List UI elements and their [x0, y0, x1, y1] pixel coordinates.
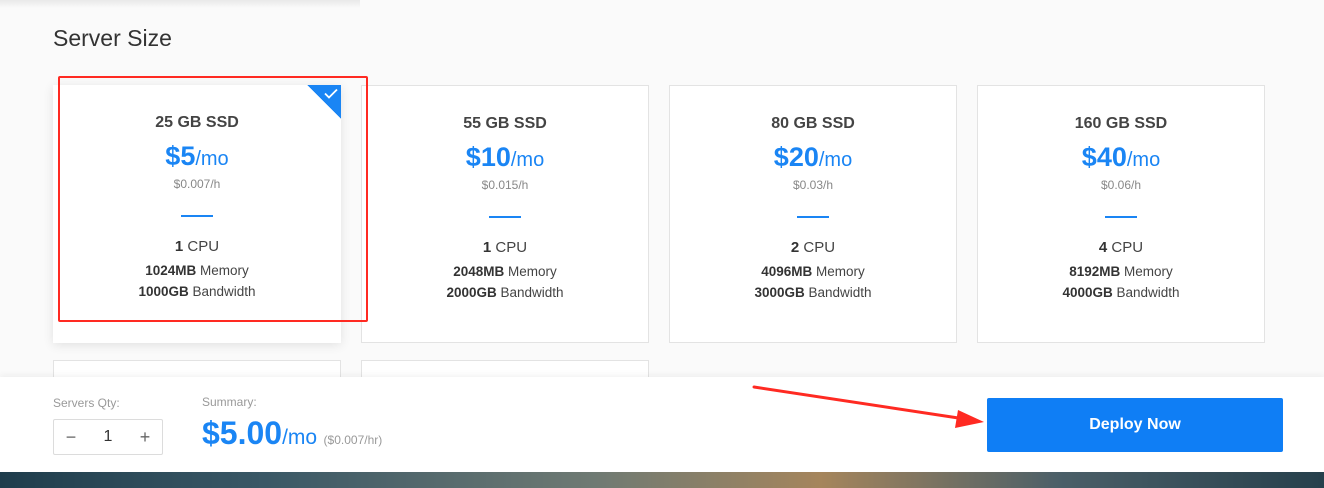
order-summary-bar: Servers Qty: − 1 + Summary: $5.00/mo ($0… — [0, 377, 1324, 472]
deploy-now-button[interactable]: Deploy Now — [987, 398, 1283, 452]
plan-bandwidth: 3000GB Bandwidth — [754, 285, 872, 300]
plan-storage: 25 GB SSD — [155, 114, 239, 131]
plan-memory: 1024MB Memory — [145, 263, 249, 278]
plan-card-160gb[interactable]: 160 GB SSD $40/mo $0.06/h 4 CPU 8192MB M… — [977, 85, 1265, 343]
plan-memory: 4096MB Memory — [761, 264, 865, 279]
background-image-strip — [0, 472, 1324, 488]
plan-price: $5/mo — [165, 141, 229, 171]
check-icon — [324, 88, 338, 99]
servers-qty-stepper: − 1 + — [53, 419, 163, 455]
selected-badge — [307, 85, 341, 119]
summary-price: $5.00/mo ($0.007/hr) — [202, 415, 382, 452]
plan-card-25gb[interactable]: 25 GB SSD $5/mo $0.007/h 1 CPU 1024MB Me… — [53, 85, 341, 343]
plan-memory: 2048MB Memory — [453, 264, 557, 279]
plan-cpu: 2 CPU — [790, 239, 836, 256]
servers-qty-label: Servers Qty: — [53, 396, 120, 410]
plan-card-55gb[interactable]: 55 GB SSD $10/mo $0.015/h 1 CPU 2048MB M… — [361, 85, 649, 343]
plan-price: $40/mo — [1081, 142, 1161, 172]
increment-button[interactable]: + — [128, 420, 162, 454]
plan-divider — [181, 215, 213, 217]
plan-hourly-price: $0.007/h — [173, 177, 221, 191]
plan-bandwidth: 4000GB Bandwidth — [1062, 285, 1180, 300]
summary-amount: $5.00 — [202, 415, 283, 451]
plan-hourly-price: $0.06/h — [1100, 178, 1142, 192]
plan-cpu: 4 CPU — [1098, 239, 1144, 256]
plan-storage: 160 GB SSD — [1074, 115, 1168, 132]
qty-value[interactable]: 1 — [88, 420, 128, 454]
plan-memory: 8192MB Memory — [1069, 264, 1173, 279]
plan-price: $10/mo — [465, 142, 545, 172]
plan-card-80gb[interactable]: 80 GB SSD $20/mo $0.03/h 2 CPU 4096MB Me… — [669, 85, 957, 343]
plan-hourly-price: $0.03/h — [792, 178, 834, 192]
plan-divider — [1105, 216, 1137, 218]
plan-bandwidth: 1000GB Bandwidth — [138, 284, 256, 299]
summary-hourly: ($0.007/hr) — [323, 433, 383, 447]
top-panel-shadow — [0, 0, 360, 8]
plan-cpu: 1 CPU — [482, 239, 528, 256]
plan-price: $20/mo — [773, 142, 853, 172]
summary-per: /mo — [282, 426, 318, 449]
plan-storage: 55 GB SSD — [463, 115, 547, 132]
summary-label: Summary: — [202, 395, 257, 409]
plan-cpu: 1 CPU — [174, 238, 220, 255]
section-title: Server Size — [53, 25, 172, 51]
plan-divider — [489, 216, 521, 218]
plan-divider — [797, 216, 829, 218]
decrement-button[interactable]: − — [54, 420, 88, 454]
plan-hourly-price: $0.015/h — [481, 178, 529, 192]
plan-storage: 80 GB SSD — [771, 115, 855, 132]
plan-bandwidth: 2000GB Bandwidth — [446, 285, 564, 300]
